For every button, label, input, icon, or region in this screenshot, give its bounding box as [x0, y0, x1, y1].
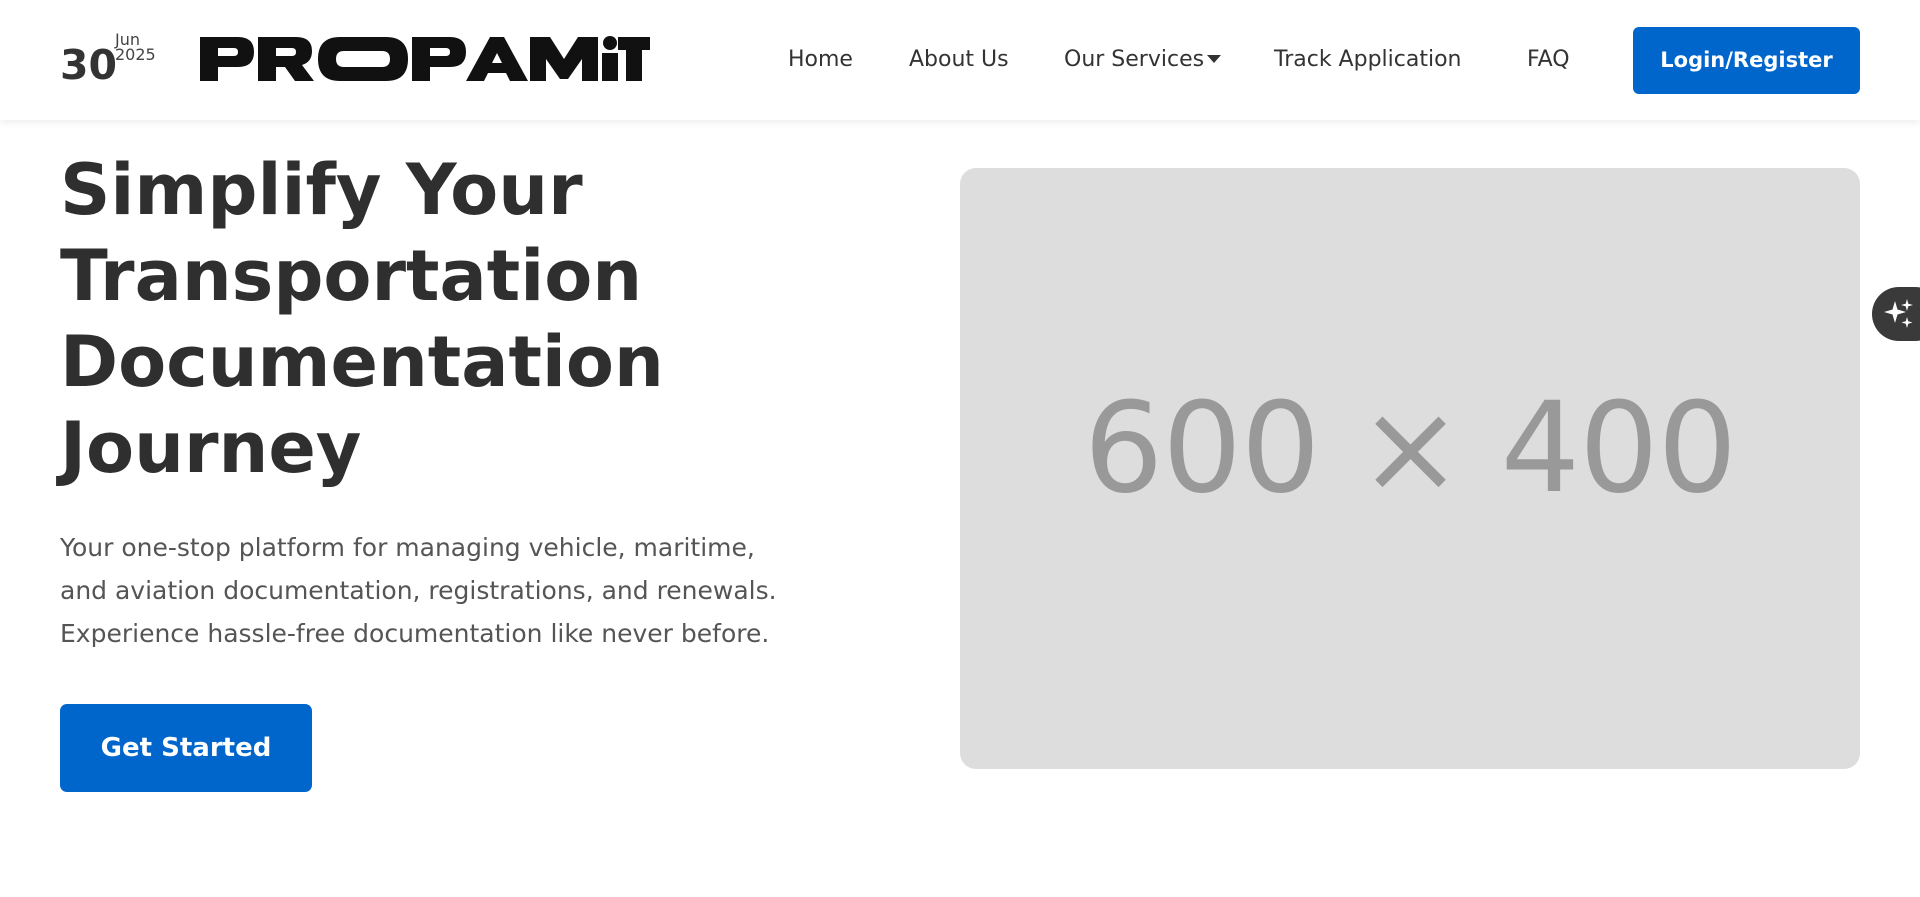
hero-description-line: and aviation documentation, registration… [60, 576, 777, 605]
caret-down-icon [1207, 55, 1222, 63]
get-started-button[interactable]: Get Started [60, 704, 312, 792]
login-register-button[interactable]: Login/Register [1633, 27, 1860, 94]
nav-our-services[interactable]: Our Services [1064, 47, 1222, 72]
propamit-logo[interactable] [198, 33, 650, 85]
nav-our-services-label: Our Services [1064, 47, 1205, 72]
hero-title-line: Journey [60, 407, 362, 489]
hero-title: Simplify Your Transportation Documentati… [60, 147, 880, 491]
ai-assistant-button[interactable] [1872, 287, 1920, 341]
sparkles-icon [1884, 299, 1913, 328]
hero-description-line: Experience hassle-free documentation lik… [60, 619, 770, 648]
hero-description-line: Your one-stop platform for managing vehi… [60, 533, 755, 562]
hero-title-line: Documentation [60, 321, 664, 403]
site-header: 30 Jun 2025 Home About Us Our Services T… [0, 0, 1920, 120]
date-year: 2025 [115, 45, 156, 64]
hero-title-line: Transportation [60, 235, 643, 317]
date-day: 30 [60, 41, 118, 89]
nav-faq[interactable]: FAQ [1527, 48, 1570, 72]
nav-track-application[interactable]: Track Application [1274, 48, 1461, 72]
hero-description: Your one-stop platform for managing vehi… [60, 526, 900, 655]
nav-home[interactable]: Home [788, 48, 853, 72]
nav-about-us[interactable]: About Us [909, 48, 1009, 72]
hero-title-line: Simplify Your [60, 149, 583, 231]
hero-image-placeholder: 600 × 400 [960, 168, 1860, 769]
placeholder-dimensions-label: 600 × 400 [1083, 376, 1737, 521]
